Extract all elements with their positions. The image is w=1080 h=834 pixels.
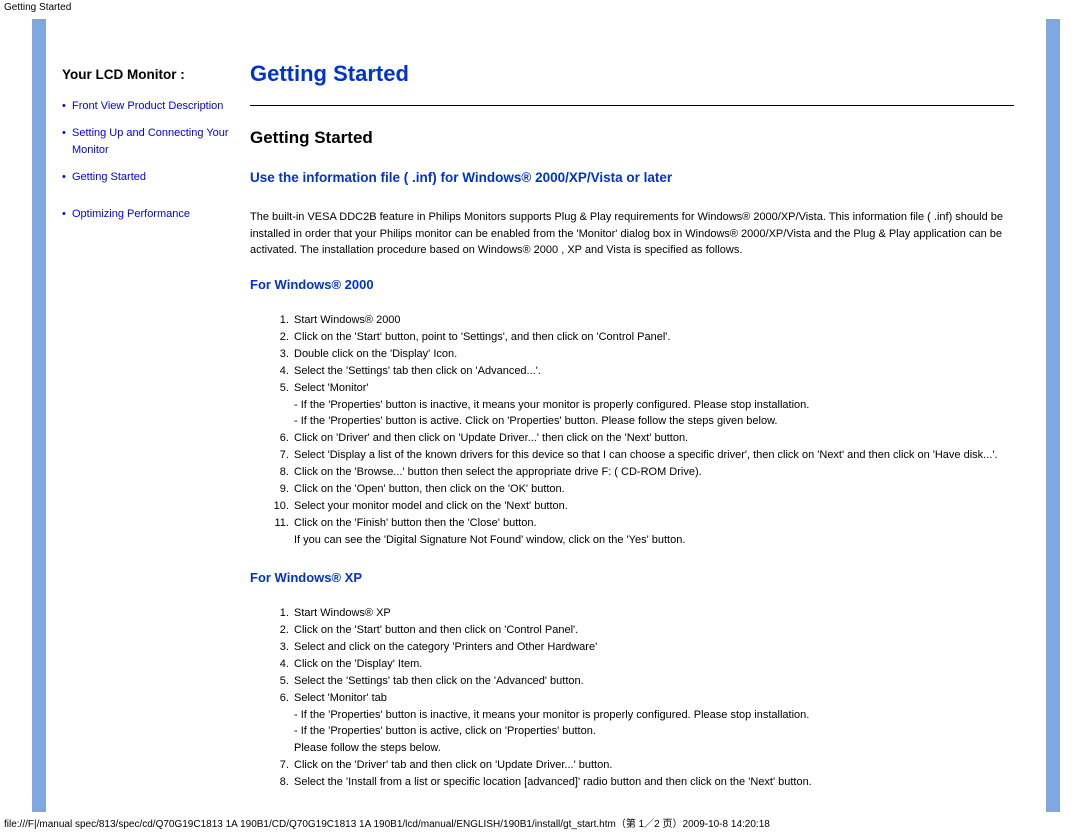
step-item: Select 'Display a list of the known driv… [292, 447, 1014, 464]
page-top-label: Getting Started [0, 0, 1080, 15]
main-content: Getting Started Getting Started Use the … [246, 19, 1046, 812]
step-item: Select and click on the category 'Printe… [292, 639, 1014, 656]
step-item: Click on the 'Browse...' button then sel… [292, 464, 1014, 481]
section-subtitle: Getting Started [250, 128, 1014, 148]
step-item: Click on the 'Open' button, then click o… [292, 481, 1014, 498]
sidebar-link[interactable]: Front View Product Description [72, 100, 223, 112]
sidebar-nav-list: Front View Product Description Setting U… [62, 96, 232, 231]
step-item: Select the 'Settings' tab then click on … [292, 363, 1014, 380]
sidebar-item-setting-up[interactable]: Setting Up and Connecting Your Monitor [62, 123, 232, 167]
step-item: Click on the 'Start' button and then cli… [292, 622, 1014, 639]
step-item: Click on the 'Display' Item. [292, 656, 1014, 673]
step-item: Click on the 'Driver' tab and then click… [292, 757, 1014, 774]
sidebar-heading: Your LCD Monitor : [62, 67, 232, 82]
step-item: Select the 'Settings' tab then click on … [292, 673, 1014, 690]
step-item: Click on the 'Start' button, point to 'S… [292, 329, 1014, 346]
sidebar-link[interactable]: Setting Up and Connecting Your Monitor [72, 127, 229, 156]
footer-path: file:///F|/manual spec/813/spec/cd/Q70G1… [4, 815, 770, 830]
step-item: Select 'Monitor' tab - If the 'Propertie… [292, 690, 1014, 756]
step-item: Select the 'Install from a list or speci… [292, 774, 1014, 791]
instruction-heading: Use the information file ( .inf) for Win… [250, 170, 1014, 185]
sidebar-item-optimizing[interactable]: Optimizing Performance [62, 204, 232, 231]
os-heading-win2000: For Windows® 2000 [250, 277, 1014, 292]
sidebar-item-getting-started[interactable]: Getting Started [62, 167, 232, 194]
steps-winxp: Start Windows® XPClick on the 'Start' bu… [250, 605, 1014, 790]
os-heading-winxp: For Windows® XP [250, 570, 1014, 585]
steps-win2000: Start Windows® 2000Click on the 'Start' … [250, 312, 1014, 548]
sidebar-item-front-view[interactable]: Front View Product Description [62, 96, 232, 123]
step-item: Select your monitor model and click on t… [292, 498, 1014, 515]
step-item: Click on the 'Finish' button then the 'C… [292, 515, 1014, 548]
step-item: Double click on the 'Display' Icon. [292, 346, 1014, 363]
sidebar: Your LCD Monitor : Front View Product De… [46, 19, 246, 812]
intro-paragraph: The built-in VESA DDC2B feature in Phili… [250, 209, 1014, 259]
step-item: Start Windows® 2000 [292, 312, 1014, 329]
page-wrapper: Your LCD Monitor : Front View Product De… [32, 19, 1060, 812]
sidebar-link[interactable]: Getting Started [72, 171, 146, 183]
sidebar-link[interactable]: Optimizing Performance [72, 208, 190, 220]
title-divider [250, 105, 1014, 106]
left-decorative-bar [32, 19, 46, 812]
step-item: Select 'Monitor' - If the 'Properties' b… [292, 380, 1014, 430]
right-decorative-bar [1046, 19, 1060, 812]
step-item: Start Windows® XP [292, 605, 1014, 622]
page-title: Getting Started [250, 61, 1014, 87]
step-item: Click on 'Driver' and then click on 'Upd… [292, 430, 1014, 447]
